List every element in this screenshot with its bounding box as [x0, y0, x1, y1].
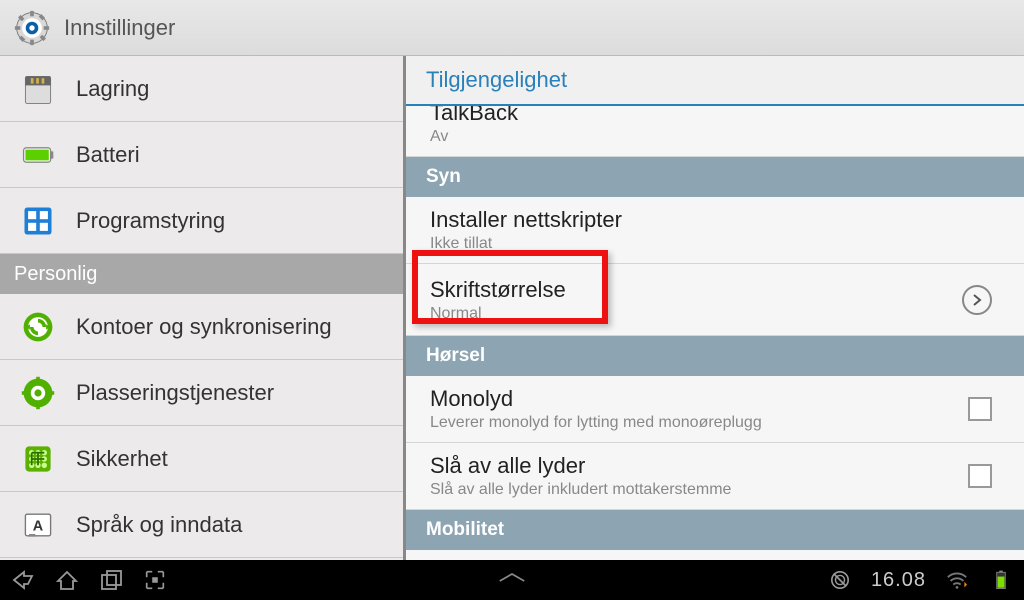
row-title: Slå av alle lyder [430, 453, 968, 479]
sidebar-item-label: Programstyring [76, 208, 225, 234]
content-pane: Tilgjengelighet TalkBack Av Syn Installe… [406, 56, 1024, 560]
expand-panel-icon[interactable] [492, 571, 532, 590]
content-scroll[interactable]: TalkBack Av Syn Installer nettskripter I… [406, 106, 1024, 560]
battery-status-icon [988, 567, 1014, 593]
no-sync-icon [827, 567, 853, 593]
sidebar-item-label: Plasseringstjenester [76, 380, 274, 406]
row-subtitle: Normal [430, 305, 962, 323]
settings-gear-icon [14, 10, 50, 46]
section-mobility: Mobilitet [406, 510, 1024, 550]
sidebar-item-location[interactable]: Plasseringstjenester [0, 360, 403, 426]
back-icon[interactable] [10, 567, 36, 593]
row-title: Skriftstørrelse [430, 277, 962, 303]
sidebar-item-security[interactable]: Sikkerhet [0, 426, 403, 492]
row-mute-all[interactable]: Slå av alle lyder Slå av alle lyder inkl… [406, 443, 1024, 510]
app-title: Innstillinger [64, 15, 175, 41]
sidebar-item-label: Kontoer og synkronisering [76, 314, 332, 340]
sidebar-item-battery[interactable]: Batteri [0, 122, 403, 188]
language-icon: A [18, 505, 58, 545]
row-title: TalkBack [430, 106, 1000, 126]
wifi-icon [944, 567, 970, 593]
section-hearing: Hørsel [406, 336, 1024, 376]
row-webscripts[interactable]: Installer nettskripter Ikke tillat [406, 197, 1024, 264]
row-mono[interactable]: Monolyd Leverer monolyd for lytting med … [406, 376, 1024, 443]
row-title: Installer nettskripter [430, 207, 1000, 233]
sidebar-item-storage[interactable]: Lagring [0, 56, 403, 122]
row-subtitle: Ikke tillat [430, 235, 1000, 253]
storage-icon [18, 69, 58, 109]
checkbox[interactable] [968, 464, 992, 488]
checkbox[interactable] [968, 397, 992, 421]
screenshot-icon[interactable] [142, 567, 168, 593]
content-title: Tilgjengelighet [406, 56, 1024, 106]
sidebar-item-accounts[interactable]: Kontoer og synkronisering [0, 294, 403, 360]
svg-text:A: A [33, 518, 44, 534]
row-subtitle: Av [430, 128, 1000, 146]
sidebar-item-label: Batteri [76, 142, 140, 168]
sidebar-item-language[interactable]: A Språk og inndata [0, 492, 403, 558]
home-icon[interactable] [54, 567, 80, 593]
battery-icon [18, 135, 58, 175]
sync-icon [18, 307, 58, 347]
settings-sidebar: Lagring Batteri Programstyring Personlig… [0, 56, 406, 560]
sidebar-item-label: Lagring [76, 76, 149, 102]
row-subtitle: Leverer monolyd for lytting med monoørep… [430, 414, 968, 432]
recent-apps-icon[interactable] [98, 567, 124, 593]
section-vision: Syn [406, 157, 1024, 197]
sidebar-item-label: Sikkerhet [76, 446, 168, 472]
main-container: Lagring Batteri Programstyring Personlig… [0, 56, 1024, 560]
location-icon [18, 373, 58, 413]
row-title: Monolyd [430, 386, 968, 412]
app-header: Innstillinger [0, 0, 1024, 56]
sidebar-item-label: Språk og inndata [76, 512, 242, 538]
chevron-right-icon[interactable] [962, 285, 992, 315]
row-talkback[interactable]: TalkBack Av [406, 106, 1024, 157]
status-clock[interactable]: 16.08 [871, 569, 926, 592]
system-navbar: 16.08 [0, 560, 1024, 600]
row-fontsize[interactable]: Skriftstørrelse Normal [406, 264, 1024, 336]
sidebar-section-personal: Personlig [0, 254, 403, 294]
row-subtitle: Slå av alle lyder inkludert mottakerstem… [430, 481, 968, 499]
sidebar-item-apps[interactable]: Programstyring [0, 188, 403, 254]
apps-icon [18, 201, 58, 241]
security-icon [18, 439, 58, 479]
